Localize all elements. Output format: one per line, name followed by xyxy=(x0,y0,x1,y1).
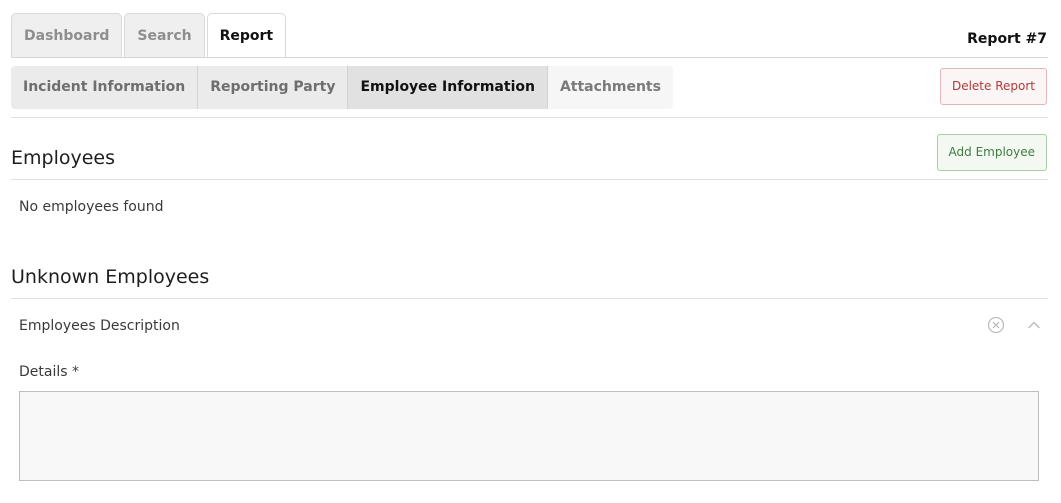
tab-divider xyxy=(11,57,1048,58)
report-number: Report #7 xyxy=(967,31,1047,47)
subtab-incident-information[interactable]: Incident Information xyxy=(11,66,199,109)
chevron-up-icon[interactable] xyxy=(1025,316,1043,334)
top-tab-bar: Dashboard Search Report xyxy=(11,13,288,58)
divider xyxy=(11,298,1048,299)
subtab-attachments[interactable]: Attachments xyxy=(547,66,673,109)
subtab-employee-information[interactable]: Employee Information xyxy=(348,66,548,109)
employees-heading: Employees xyxy=(11,147,115,169)
add-employee-button[interactable]: Add Employee xyxy=(936,134,1047,171)
delete-report-button[interactable]: Delete Report xyxy=(939,68,1047,105)
unknown-employees-heading: Unknown Employees xyxy=(11,266,210,288)
sub-tab-bar: Incident Information Reporting Party Emp… xyxy=(11,66,673,109)
tab-dashboard[interactable]: Dashboard xyxy=(11,13,123,58)
divider xyxy=(11,117,1048,118)
employees-empty-message: No employees found xyxy=(19,199,164,215)
details-label: Details * xyxy=(19,364,79,380)
subtab-reporting-party[interactable]: Reporting Party xyxy=(198,66,349,109)
close-circle-icon[interactable] xyxy=(987,316,1005,334)
details-textarea[interactable] xyxy=(19,391,1039,481)
employees-description-panel-title[interactable]: Employees Description xyxy=(19,318,180,334)
divider xyxy=(11,179,1048,180)
tab-search[interactable]: Search xyxy=(124,13,205,58)
panel-actions xyxy=(987,316,1043,334)
tab-report[interactable]: Report xyxy=(206,13,287,58)
